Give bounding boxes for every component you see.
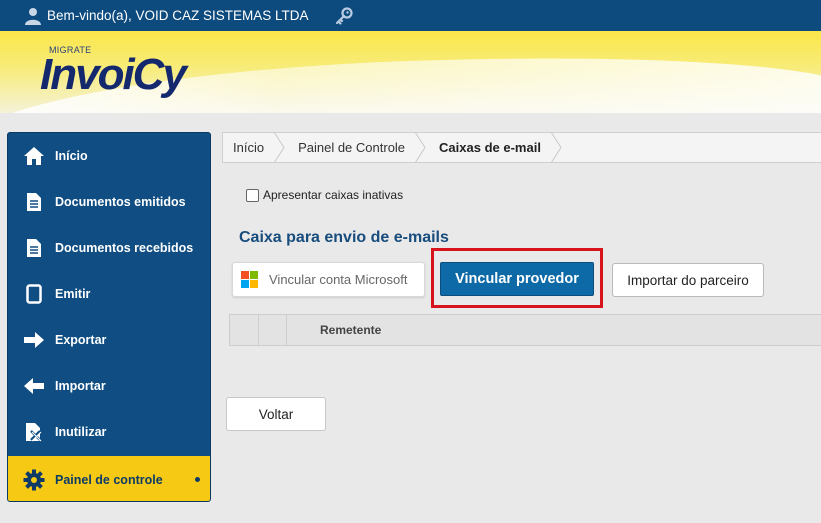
sidebar-item-label: Exportar xyxy=(55,333,107,347)
sidebar-item-label: Emitir xyxy=(55,287,91,301)
user-icon xyxy=(25,7,41,25)
key-icon[interactable] xyxy=(335,6,353,25)
sidebar-item-label: Painel de controle xyxy=(55,472,163,487)
sidebar-item-label: Início xyxy=(55,149,88,163)
breadcrumb: Início Painel de Controle Caixas de e-ma… xyxy=(222,132,821,163)
sidebar-item-label: Inutilizar xyxy=(55,425,107,439)
sidebar-item-exportar[interactable]: Exportar xyxy=(8,317,210,363)
breadcrumb-separator xyxy=(550,132,562,163)
sidebar-item-label: Documentos emitidos xyxy=(55,195,186,209)
breadcrumb-item-inicio[interactable]: Início xyxy=(223,133,274,162)
table-header-cell xyxy=(259,315,287,345)
sidebar-item-documentos-emitidos[interactable]: Documentos emitidos xyxy=(8,179,210,225)
link-provider-button[interactable]: Vincular provedor xyxy=(440,262,594,296)
app-logo[interactable]: InvoiCy xyxy=(40,53,187,97)
back-button[interactable]: Voltar xyxy=(226,397,326,431)
sidebar-item-inutilizar[interactable]: Inutilizar xyxy=(8,409,210,455)
document-icon xyxy=(23,237,45,259)
import-partner-button[interactable]: Importar do parceiro xyxy=(612,263,764,297)
microsoft-logo-icon xyxy=(241,271,258,288)
sidebar-item-label: Documentos recebidos xyxy=(55,241,194,255)
welcome-text: Bem-vindo(a), VOID CAZ SISTEMAS LTDA xyxy=(47,8,309,23)
sidebar-item-emitir[interactable]: Emitir xyxy=(8,271,210,317)
home-icon xyxy=(23,145,45,167)
link-microsoft-label: Vincular conta Microsoft xyxy=(269,272,408,287)
sidebar-item-importar[interactable]: Importar xyxy=(8,363,210,409)
show-inactive-filter[interactable]: Apresentar caixas inativas xyxy=(246,188,403,202)
table-header-remetente[interactable]: Remetente xyxy=(287,315,821,345)
sidebar-item-painel-de-controle[interactable]: Painel de controle xyxy=(8,456,210,501)
tablet-icon xyxy=(23,283,45,305)
sidebar: Início Documentos emitidos Documentos re… xyxy=(7,132,211,502)
active-indicator xyxy=(195,477,200,482)
gear-icon xyxy=(23,469,45,491)
breadcrumb-item-current: Caixas de e-mail xyxy=(439,140,541,155)
section-title: Caixa para envio de e-mails xyxy=(239,229,449,246)
link-microsoft-button[interactable]: Vincular conta Microsoft xyxy=(232,262,425,297)
breadcrumb-separator xyxy=(274,132,285,163)
sidebar-item-label: Importar xyxy=(55,379,106,393)
table-header-cell xyxy=(230,315,259,345)
breadcrumb-separator xyxy=(415,132,426,163)
breadcrumb-item-painel[interactable]: Painel de Controle xyxy=(288,133,415,162)
document-icon xyxy=(23,191,45,213)
show-inactive-label: Apresentar caixas inativas xyxy=(263,188,404,202)
top-bar: Bem-vindo(a), VOID CAZ SISTEMAS LTDA xyxy=(0,0,821,31)
arrow-left-icon xyxy=(23,375,45,397)
arrow-right-icon xyxy=(23,329,45,351)
document-x-icon xyxy=(23,421,45,443)
sidebar-item-inicio[interactable]: Início xyxy=(8,133,210,179)
show-inactive-checkbox[interactable] xyxy=(246,188,259,202)
header-banner: MIGRATE InvoiCy xyxy=(0,31,821,113)
sidebar-item-documentos-recebidos[interactable]: Documentos recebidos xyxy=(8,225,210,271)
mailbox-table-header: Remetente xyxy=(229,314,821,346)
